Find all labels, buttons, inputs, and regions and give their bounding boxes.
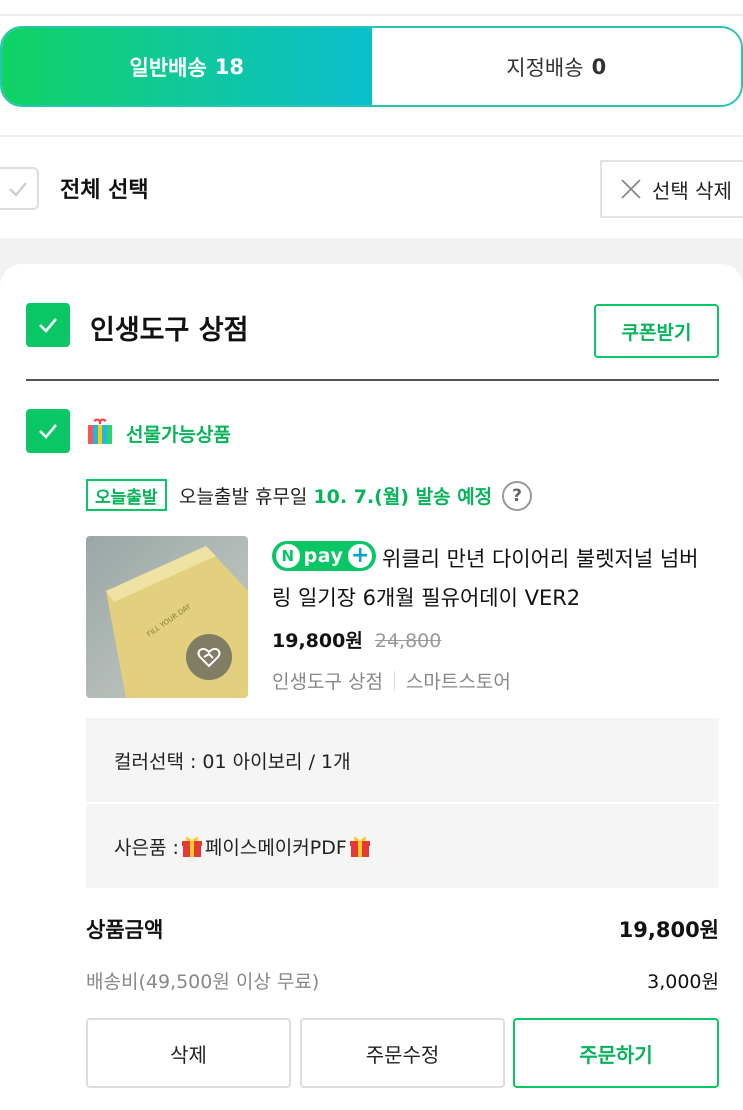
select-all-label: 전체 선택 — [60, 178, 149, 203]
shipping-fee-label: 배송비(49,500원 이상 무료) — [86, 971, 320, 993]
edit-order-button[interactable]: 주문수정 — [300, 1018, 505, 1088]
seller-row: 인생도구 상점 스마트스토어 — [272, 667, 511, 694]
npay-n-icon: N — [276, 544, 300, 568]
heart-icon — [197, 647, 221, 668]
npay-plus-badge: N pay + — [272, 541, 376, 571]
gift-box-icon — [181, 836, 202, 857]
delivery-tabs: 일반배송 18 지정배송 0 — [0, 26, 743, 107]
option-gift-name: 페이스메이커PDF — [204, 836, 347, 859]
price-row: 19,800원 24,800 — [272, 626, 441, 653]
coupon-button[interactable]: 쿠폰받기 — [594, 304, 719, 358]
checkmark-icon — [8, 181, 27, 197]
product-checkbox[interactable] — [26, 409, 70, 453]
plus-icon: + — [348, 544, 372, 568]
tab-label: 일반배송 — [129, 55, 207, 80]
gift-store-icon — [86, 417, 114, 449]
checkmark-icon — [39, 424, 57, 439]
option-color-text: 컬러선택 : 01 아이보리 / 1개 — [114, 750, 351, 773]
tab-general-delivery[interactable]: 일반배송 18 — [2, 28, 372, 105]
option-gift-prefix: 사은품 : — [114, 836, 179, 859]
option-gift: 사은품 : 페이스메이커PDF — [86, 804, 719, 888]
delete-selected-button[interactable]: 선택 삭제 — [600, 160, 743, 218]
close-icon — [620, 178, 642, 200]
separator — [393, 670, 395, 691]
store-divider — [26, 379, 719, 381]
gift-box-icon — [349, 836, 370, 857]
top-divider — [0, 14, 743, 16]
shipping-info: 오늘출발 휴무일 10. 7.(월) 발송 예정 — [179, 482, 492, 509]
store-name[interactable]: 인생도구 상점 — [90, 308, 248, 347]
product-amount-label: 상품금액 — [86, 918, 164, 942]
tab-count: 18 — [214, 54, 244, 79]
order-button[interactable]: 주문하기 — [513, 1018, 719, 1088]
gift-available-label: 선물가능상품 — [126, 424, 231, 446]
help-icon[interactable]: ? — [502, 481, 532, 511]
select-all-checkbox[interactable] — [0, 167, 39, 210]
store-type: 스마트스토어 — [405, 671, 511, 693]
today-ship-badge: 오늘출발 — [86, 479, 167, 511]
divider — [0, 135, 743, 137]
original-price: 24,800 — [374, 630, 442, 652]
seller-name[interactable]: 인생도구 상점 — [272, 667, 383, 694]
store-checkbox[interactable] — [26, 303, 70, 347]
product-amount-value: 19,800원 — [618, 918, 719, 942]
delete-button[interactable]: 삭제 — [86, 1018, 291, 1088]
tab-scheduled-delivery[interactable]: 지정배송 0 — [371, 28, 741, 105]
tab-count: 0 — [591, 54, 607, 79]
shipping-date: 10. 7.(월) 발송 예정 — [313, 486, 493, 508]
sale-price: 19,800원 — [272, 630, 363, 652]
option-color: 컬러선택 : 01 아이보리 / 1개 — [86, 718, 719, 802]
shipping-text: 오늘출발 휴무일 — [179, 486, 308, 508]
tab-label: 지정배송 — [506, 55, 584, 80]
checkmark-icon — [39, 318, 57, 333]
wishlist-button[interactable] — [186, 634, 232, 680]
delete-selected-label: 선택 삭제 — [652, 178, 732, 203]
shipping-fee-value: 3,000원 — [647, 971, 719, 993]
npay-text: pay — [303, 545, 344, 567]
